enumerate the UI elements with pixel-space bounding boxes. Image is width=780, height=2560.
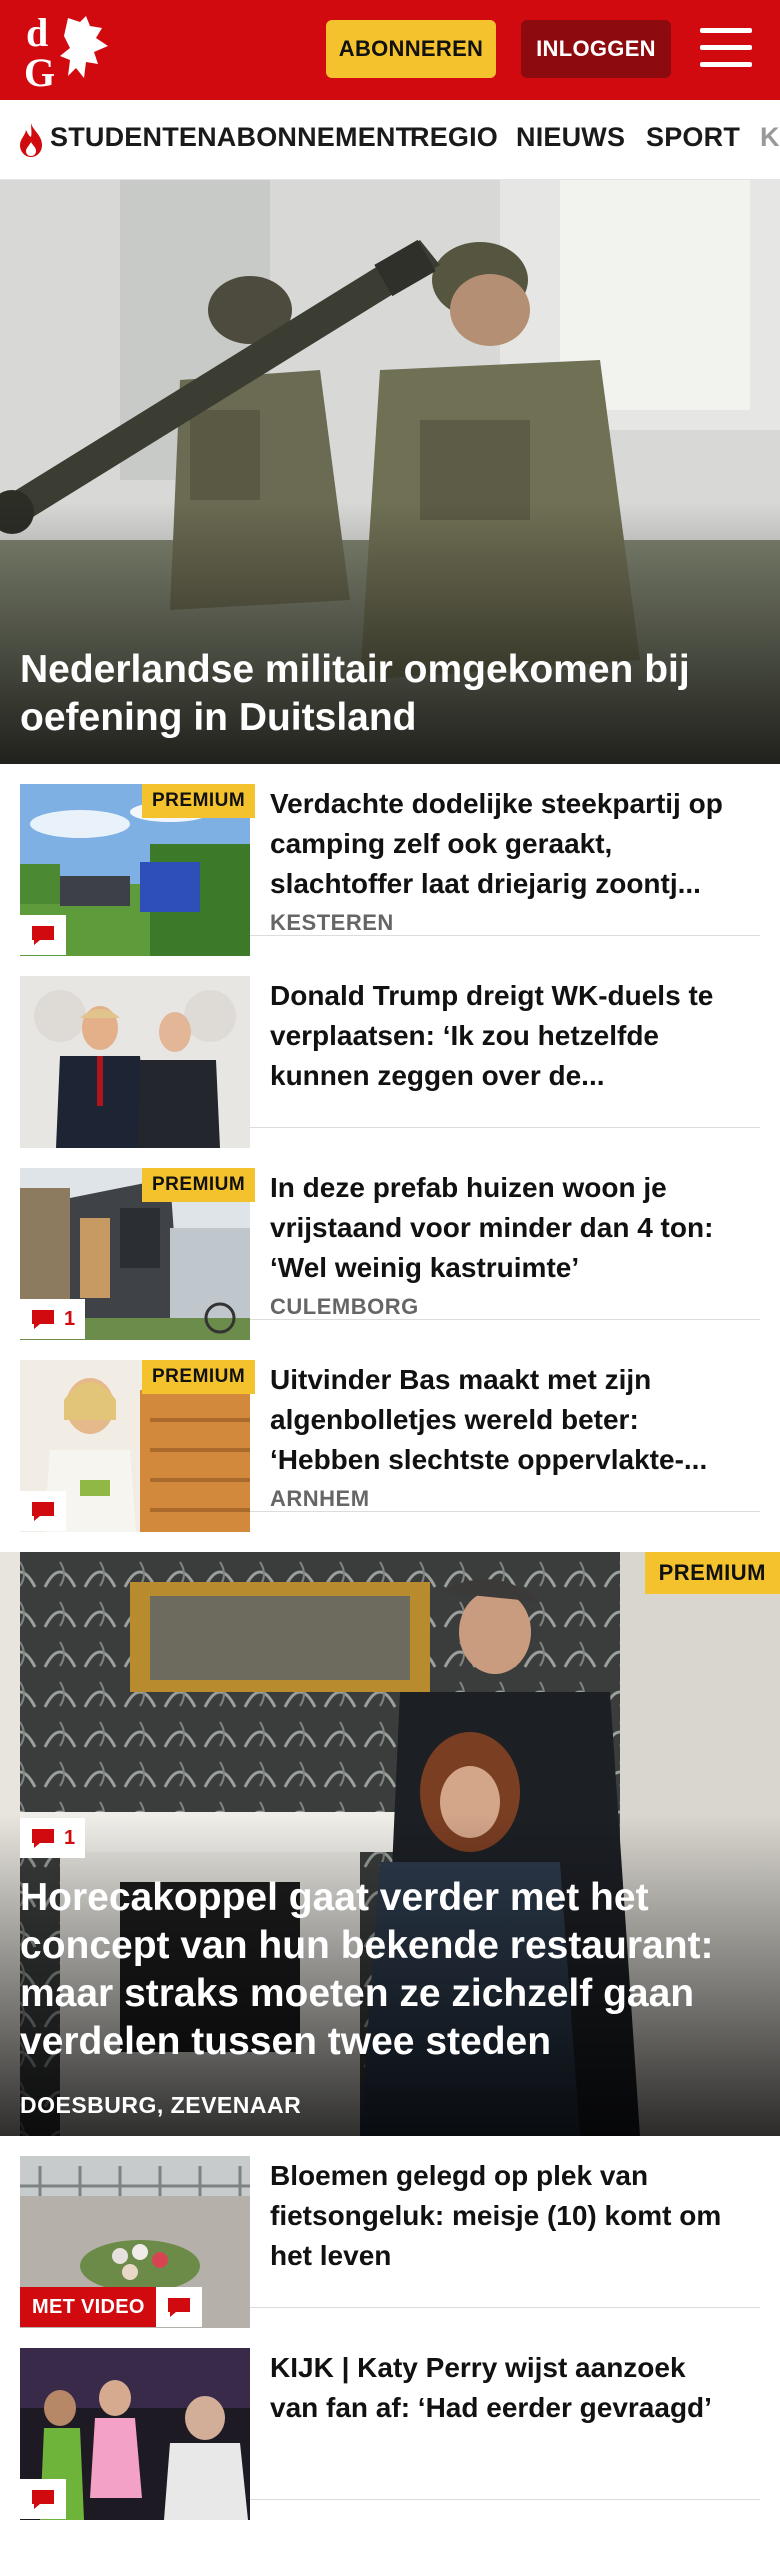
article-location: KESTEREN (270, 910, 394, 935)
article-title[interactable]: Bloemen gelegd op plek van fietsongeluk:… (270, 2156, 740, 2276)
nav-item-sport[interactable]: SPORT (646, 122, 740, 153)
list-item[interactable]: PREMIUM 1 In deze prefab huizen woon je … (20, 1148, 760, 1340)
article-title[interactable]: KIJK | Katy Perry wijst aanzoek van fan … (270, 2348, 740, 2428)
logo[interactable]: d G (24, 12, 114, 90)
article-title[interactable]: In deze prefab huizen woon je vrijstaand… (270, 1168, 740, 1288)
nav-item-regio[interactable]: REGIO (410, 122, 498, 153)
comment-indicator[interactable] (20, 2479, 66, 2519)
list-item[interactable]: KIJK | Katy Perry wijst aanzoek van fan … (20, 2328, 760, 2520)
feature-title[interactable]: Horecakoppel gaat verder met het concept… (20, 1874, 760, 2066)
nav-item-more[interactable]: K (760, 122, 780, 153)
premium-badge: PREMIUM (142, 1360, 256, 1394)
article-thumbnail (20, 976, 250, 1148)
svg-text:G: G (24, 50, 55, 90)
comment-icon (32, 1502, 54, 1521)
hero-article[interactable]: Nederlandse militair omgekomen bij oefen… (0, 180, 780, 764)
list-item[interactable]: Donald Trump dreigt WK-duels te verplaat… (20, 956, 760, 1148)
comment-icon (32, 1310, 54, 1329)
hamburger-menu-icon[interactable] (700, 24, 752, 72)
subscribe-button[interactable]: ABONNEREN (326, 20, 496, 78)
article-title[interactable]: Donald Trump dreigt WK-duels te verplaat… (270, 976, 740, 1096)
comment-icon (32, 2490, 54, 2509)
comment-count: 1 (64, 1826, 76, 1849)
article-title[interactable]: Uitvinder Bas maakt met zijn algenbollet… (270, 1360, 740, 1480)
list-item[interactable]: PREMIUM Uitvinder Bas maakt met zijn alg… (20, 1340, 760, 1532)
section-nav: STUDENTENABONNEMENT REGIO NIEUWS SPORT K (0, 100, 780, 180)
list-item[interactable]: MET VIDEO Bloemen gelegd op plek van fie… (20, 2136, 760, 2328)
feature-location: DOESBURG, ZEVENAAR (20, 2092, 302, 2118)
comment-indicator[interactable] (156, 2287, 202, 2327)
comment-icon (32, 926, 54, 945)
flame-icon (20, 123, 42, 157)
comment-icon (168, 2298, 190, 2317)
comment-count: 1 (64, 1307, 76, 1330)
feature-article[interactable]: PREMIUM Horecakoppel gaat verder met het… (0, 1552, 780, 2136)
premium-badge: PREMIUM (142, 1168, 256, 1202)
hero-title[interactable]: Nederlandse militair omgekomen bij oefen… (20, 646, 760, 742)
nav-item-nieuws[interactable]: NIEUWS (516, 122, 625, 153)
comment-indicator[interactable]: 1 (20, 1299, 86, 1339)
svg-text:d: d (26, 12, 48, 55)
nav-item-studentenabonnement[interactable]: STUDENTENABONNEMENT (50, 122, 412, 153)
article-location: ARNHEM (270, 1486, 370, 1511)
top-bar: d G ABONNEREN INLOGGEN (0, 0, 780, 100)
comment-indicator[interactable] (20, 1491, 66, 1531)
premium-badge: PREMIUM (142, 784, 256, 818)
premium-badge: PREMIUM (644, 1552, 780, 1594)
article-title[interactable]: Verdachte dodelijke steekpartij op campi… (270, 784, 740, 904)
video-badge: MET VIDEO (20, 2287, 157, 2327)
comment-indicator[interactable] (20, 915, 66, 955)
comment-indicator[interactable]: 1 (20, 1818, 86, 1858)
article-location: CULEMBORG (270, 1294, 419, 1319)
comment-icon (32, 1829, 54, 1848)
login-button[interactable]: INLOGGEN (521, 20, 671, 78)
list-item[interactable]: PREMIUM Verdachte dodelijke steekpartij … (20, 764, 760, 956)
